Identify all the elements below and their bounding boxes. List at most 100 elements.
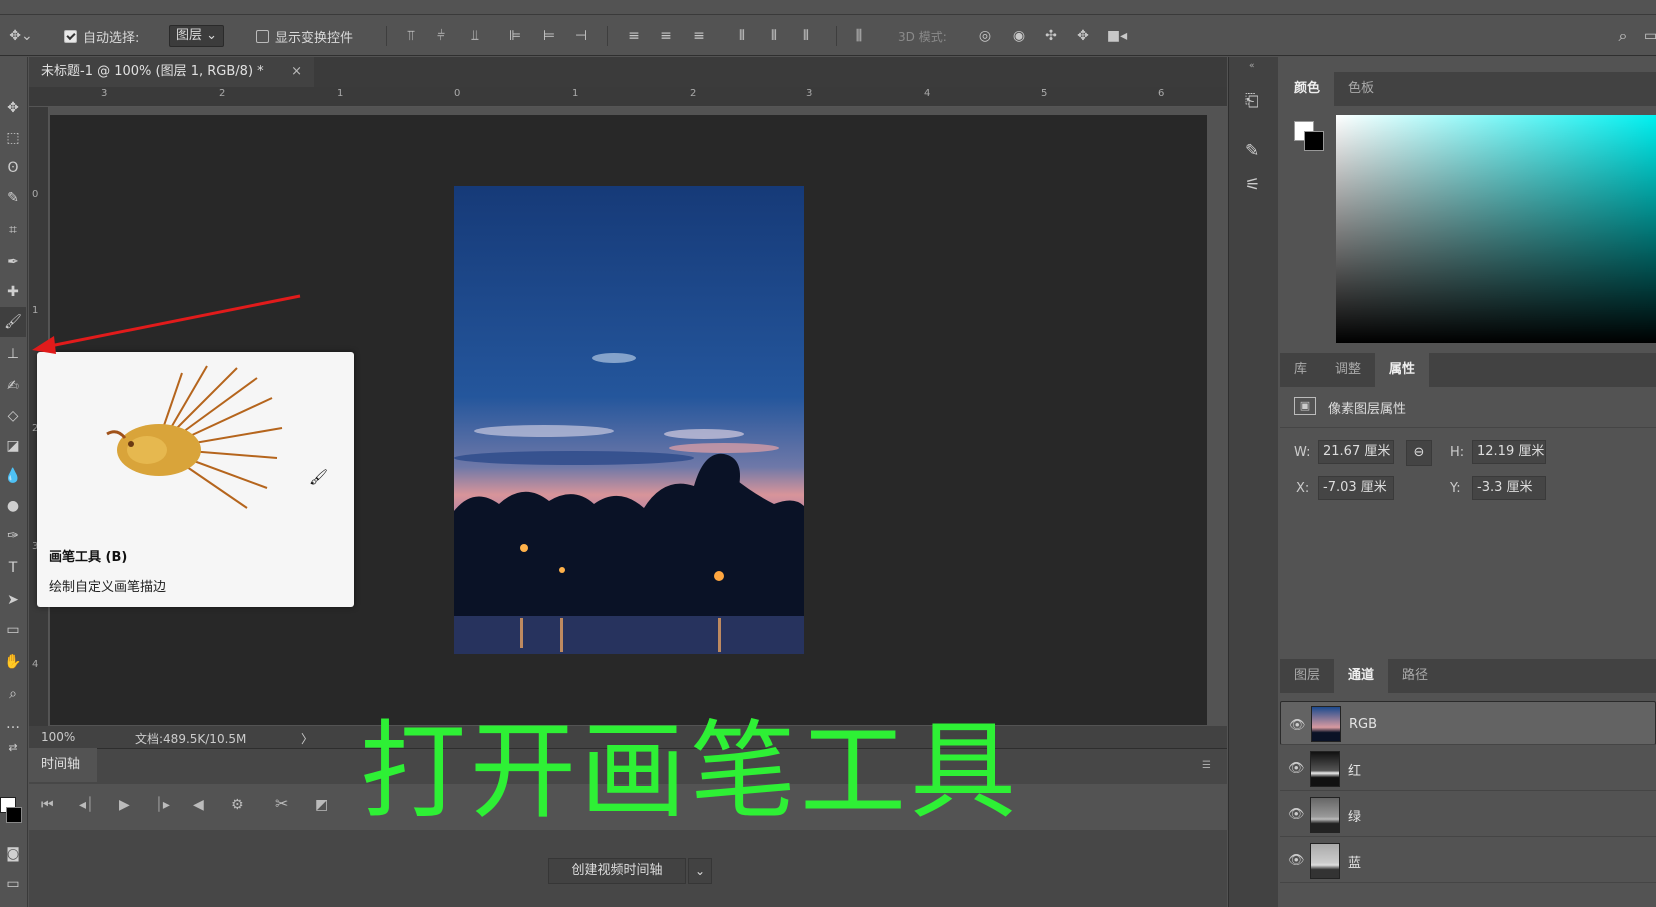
collapse-icon[interactable]: « bbox=[1249, 61, 1255, 71]
adjust-sliders-icon[interactable]: ⚟ bbox=[1245, 175, 1260, 195]
color-spectrum-field[interactable] bbox=[1336, 115, 1656, 343]
height-field[interactable]: 12.19 厘米 bbox=[1472, 440, 1546, 464]
transition-icon[interactable]: ◩ bbox=[315, 797, 328, 813]
previous-frame-icon[interactable]: ◂⏐ bbox=[79, 797, 94, 813]
history-brush-tool-icon[interactable]: ✍ bbox=[0, 371, 26, 401]
distribute-bottom-icon[interactable]: ≡ bbox=[690, 28, 708, 44]
eye-icon[interactable]: 👁 bbox=[1288, 807, 1305, 822]
panel-menu-icon[interactable]: ☰ bbox=[1202, 760, 1216, 771]
y-field[interactable]: -3.3 厘米 bbox=[1472, 476, 1546, 500]
channel-name: RGB bbox=[1349, 717, 1378, 732]
tab-color[interactable]: 颜色 bbox=[1280, 72, 1335, 106]
distribute-left-icon[interactable]: ⦀ bbox=[733, 28, 751, 44]
dodge-tool-icon[interactable]: ● bbox=[0, 491, 26, 521]
channel-thumbnail bbox=[1310, 797, 1340, 833]
move-tool-icon[interactable]: ✥ bbox=[0, 93, 26, 123]
tab-layers[interactable]: 图层 bbox=[1280, 659, 1334, 693]
next-frame-icon[interactable]: ⏐▸ bbox=[155, 797, 170, 813]
ruler-tick: 0 bbox=[454, 88, 461, 99]
3d-pan-icon[interactable]: ✣ bbox=[1042, 28, 1060, 44]
brush-settings-icon[interactable]: ✎ bbox=[1245, 141, 1259, 161]
document-image[interactable] bbox=[454, 186, 804, 654]
play-icon[interactable]: ▶ bbox=[119, 797, 130, 813]
create-video-timeline-button[interactable]: 创建视频时间轴 bbox=[548, 858, 686, 884]
tab-libraries[interactable]: 库 bbox=[1280, 353, 1321, 387]
align-hcenter-icon[interactable]: ⊨ bbox=[540, 28, 558, 44]
split-scissors-icon[interactable]: ✂ bbox=[275, 794, 288, 813]
width-field[interactable]: 21.67 厘米 bbox=[1318, 440, 1394, 464]
search-icon[interactable]: ⌕ bbox=[1614, 28, 1632, 44]
go-to-first-frame-icon[interactable]: ⏮ bbox=[41, 797, 54, 813]
3d-roll-icon[interactable]: ◉ bbox=[1010, 28, 1028, 44]
tab-paths[interactable]: 路径 bbox=[1388, 659, 1442, 693]
x-field[interactable]: -7.03 厘米 bbox=[1318, 476, 1394, 500]
auto-select-checkbox[interactable]: 自动选择: bbox=[64, 25, 139, 47]
pen-tool-icon[interactable]: ✑ bbox=[0, 521, 26, 551]
align-bottom-icon[interactable]: ⫫ bbox=[466, 28, 484, 44]
swap-colors-icon[interactable]: ⇄ bbox=[0, 733, 26, 763]
close-icon[interactable]: × bbox=[291, 57, 302, 87]
eye-icon[interactable]: 👁 bbox=[1288, 853, 1305, 868]
eye-icon[interactable]: 👁 bbox=[1288, 761, 1305, 776]
timeline-tab[interactable]: 时间轴 bbox=[29, 748, 97, 782]
hand-tool-icon[interactable]: ✋ bbox=[0, 647, 26, 677]
chevron-down-icon[interactable]: ⌄ bbox=[688, 858, 712, 884]
audio-icon[interactable]: ◀ bbox=[193, 797, 204, 813]
3d-camera-icon[interactable]: ■◂ bbox=[1104, 28, 1130, 44]
zoom-level[interactable]: 100% bbox=[41, 730, 75, 744]
crop-tool-icon[interactable]: ⌗ bbox=[0, 215, 26, 245]
align-top-icon[interactable]: ⫪ bbox=[402, 28, 420, 44]
marquee-tool-icon[interactable]: ⬚ bbox=[0, 123, 26, 153]
link-icon[interactable]: ⊖ bbox=[1406, 440, 1432, 466]
auto-align-icon[interactable]: ⫼ bbox=[850, 28, 868, 44]
channel-row-blue[interactable]: 👁 蓝 bbox=[1280, 839, 1656, 883]
clone-stamp-tool-icon[interactable]: ⊥ bbox=[0, 339, 26, 369]
type-tool-icon[interactable]: T bbox=[0, 553, 26, 583]
history-panel-icon[interactable]: ⎗ bbox=[1245, 91, 1259, 111]
align-vcenter-icon[interactable]: ⫩ bbox=[432, 28, 450, 44]
channel-row-rgb[interactable]: 👁 RGB bbox=[1280, 701, 1656, 745]
channel-row-green[interactable]: 👁 绿 bbox=[1280, 793, 1656, 837]
rectangle-tool-icon[interactable]: ▭ bbox=[0, 615, 26, 645]
move-tool-icon[interactable]: ✥⌄ bbox=[6, 28, 36, 44]
settings-gear-icon[interactable]: ⚙ bbox=[231, 797, 244, 813]
background-color-swatch[interactable] bbox=[1304, 131, 1324, 151]
eraser-tool-icon[interactable]: ◇ bbox=[0, 401, 26, 431]
gradient-tool-icon[interactable]: ◪ bbox=[0, 431, 26, 461]
workspace-icon[interactable]: ▭ bbox=[1644, 28, 1656, 44]
screen-mode-icon[interactable]: ▭ bbox=[0, 869, 26, 899]
auto-select-dropdown[interactable]: 图层 ⌄ bbox=[169, 25, 225, 47]
eyedropper-tool-icon[interactable]: ✒ bbox=[0, 247, 26, 277]
ruler-tick: 5 bbox=[1041, 88, 1048, 99]
show-transform-checkbox[interactable]: 显示变换控件 bbox=[256, 25, 353, 47]
distribute-hcenter-icon[interactable]: ⦀ bbox=[765, 28, 783, 44]
healing-brush-tool-icon[interactable]: ✚ bbox=[0, 277, 26, 307]
horizontal-ruler[interactable]: 3 2 1 0 1 2 3 4 5 6 bbox=[29, 87, 1227, 107]
tab-properties[interactable]: 属性 bbox=[1375, 353, 1430, 387]
brush-tool-icon[interactable]: 🖌 bbox=[0, 307, 26, 337]
distribute-top-icon[interactable]: ≡ bbox=[625, 28, 643, 44]
distribute-vcenter-icon[interactable]: ≡ bbox=[657, 28, 675, 44]
blur-tool-icon[interactable]: 💧 bbox=[0, 461, 26, 491]
status-menu-arrow[interactable]: 〉 bbox=[301, 730, 313, 747]
lasso-tool-icon[interactable]: ʘ bbox=[0, 153, 26, 183]
quick-mask-icon[interactable]: ◙ bbox=[0, 839, 26, 869]
tab-adjustments[interactable]: 调整 bbox=[1321, 353, 1375, 387]
properties-panel-tabs: 库 调整 属性 bbox=[1280, 353, 1656, 387]
3d-slide-icon[interactable]: ✥ bbox=[1074, 28, 1092, 44]
collapsed-panel-strip: « ⎗ ✎ ⚟ bbox=[1228, 57, 1278, 907]
tab-swatches[interactable]: 色板 bbox=[1334, 72, 1388, 106]
path-select-tool-icon[interactable]: ➤ bbox=[0, 585, 26, 615]
ruler-tick: 3 bbox=[101, 88, 108, 99]
3d-orbit-icon[interactable]: ◎ bbox=[976, 28, 994, 44]
distribute-right-icon[interactable]: ⦀ bbox=[797, 28, 815, 44]
zoom-tool-icon[interactable]: ⌕ bbox=[0, 679, 26, 709]
align-left-icon[interactable]: ⊫ bbox=[506, 28, 524, 44]
channel-row-red[interactable]: 👁 红 bbox=[1280, 747, 1656, 791]
align-right-icon[interactable]: ⊣ bbox=[572, 28, 590, 44]
eye-icon[interactable]: 👁 bbox=[1289, 716, 1306, 736]
quick-select-tool-icon[interactable]: ✎ bbox=[0, 183, 26, 213]
document-tab[interactable]: 未标题-1 @ 100% (图层 1, RGB/8) * × bbox=[29, 57, 314, 87]
tab-channels[interactable]: 通道 bbox=[1334, 659, 1389, 693]
background-color-swatch[interactable] bbox=[6, 807, 22, 823]
